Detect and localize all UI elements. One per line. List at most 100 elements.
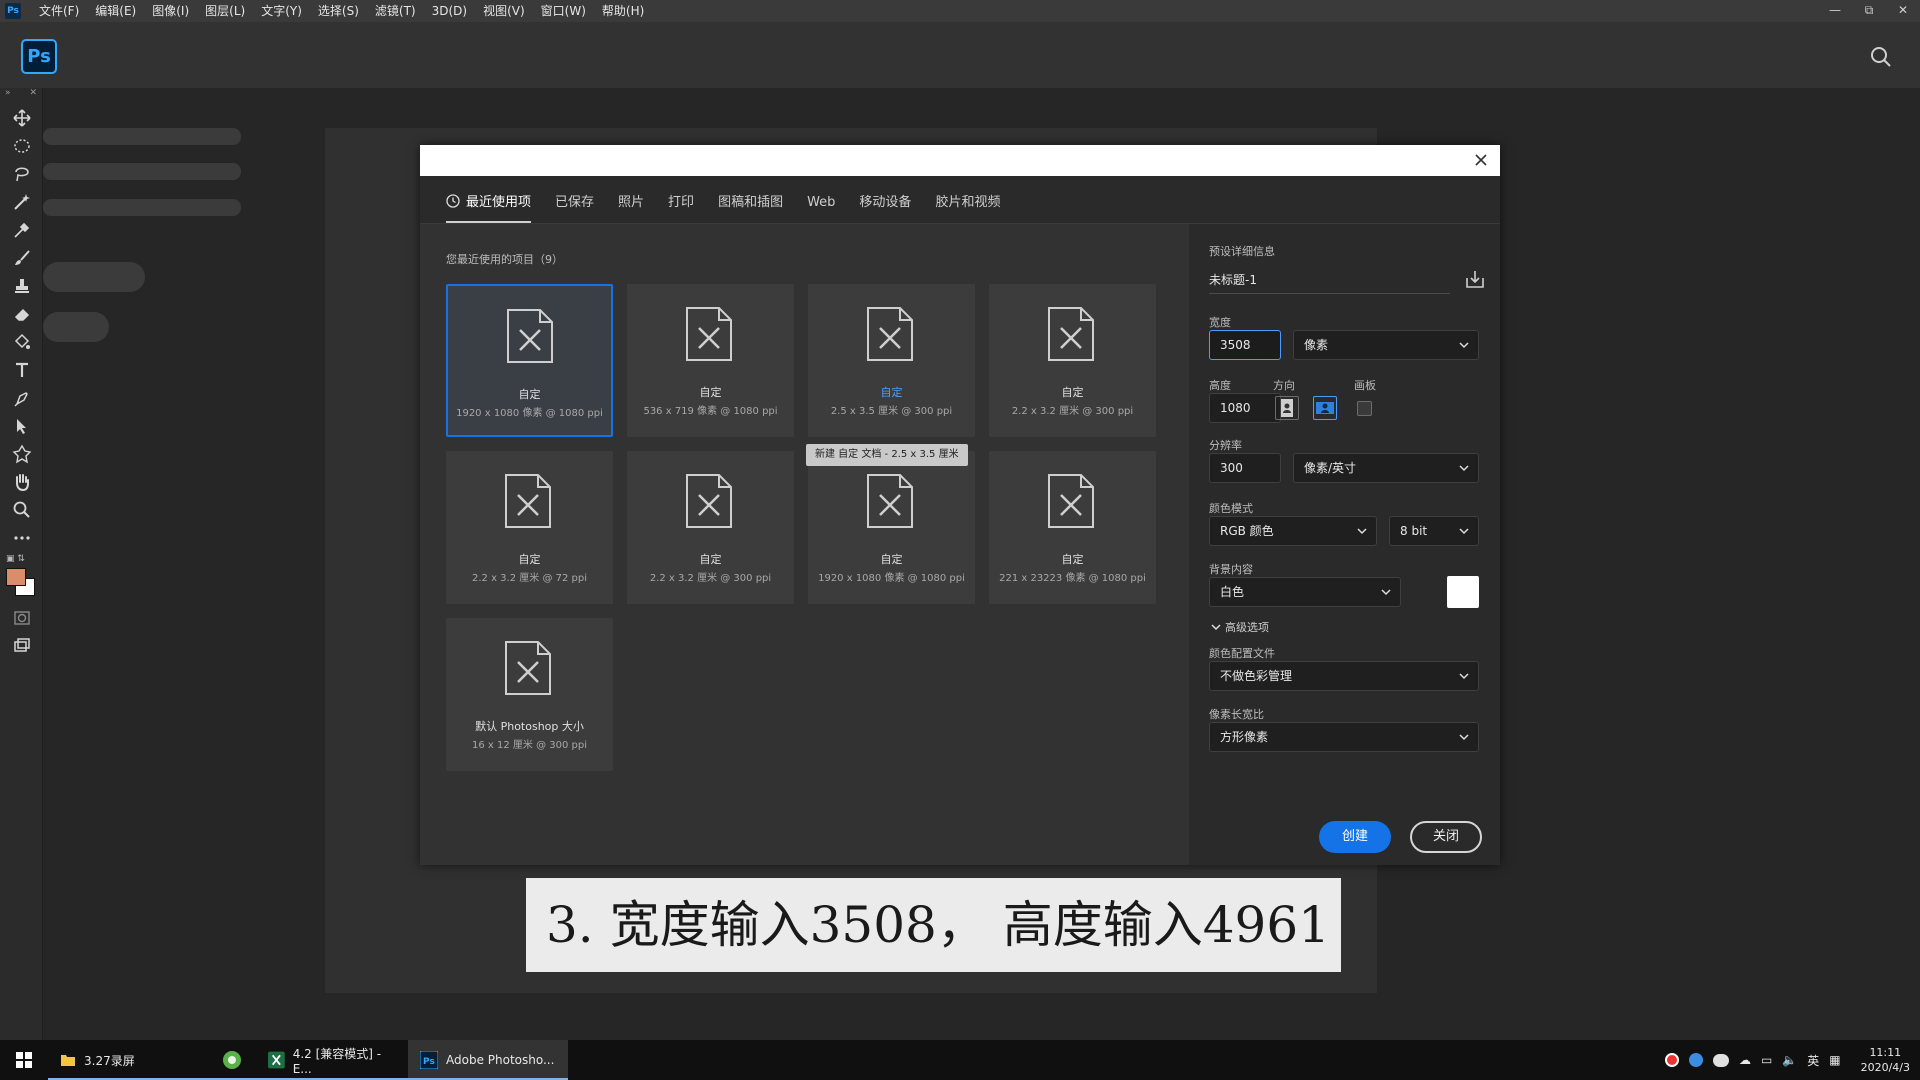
- close-icon[interactable]: ✕: [1886, 0, 1920, 22]
- tab-recent[interactable]: 最近使用项: [446, 191, 532, 223]
- background-contents-select[interactable]: 白色: [1209, 577, 1401, 607]
- color-profile-select[interactable]: 不做色彩管理: [1209, 661, 1479, 691]
- portrait-orientation-button[interactable]: [1275, 396, 1299, 420]
- preset-card[interactable]: 默认 Photoshop 大小 16 x 12 厘米 @ 300 ppi: [446, 618, 613, 771]
- tab-web[interactable]: Web: [807, 195, 835, 223]
- document-icon: [1047, 306, 1095, 362]
- tab-print[interactable]: 打印: [668, 191, 694, 223]
- preset-card[interactable]: 自定 2.2 x 3.2 厘米 @ 300 ppi: [627, 451, 794, 604]
- preset-tooltip: 新建 自定 文档 - 2.5 x 3.5 厘米: [806, 444, 968, 466]
- save-preset-icon[interactable]: [1464, 268, 1486, 290]
- advanced-options-toggle[interactable]: 高级选项: [1211, 619, 1269, 635]
- tab-film-video[interactable]: 胶片和视频: [935, 191, 1000, 223]
- record-icon[interactable]: [1664, 1053, 1679, 1067]
- landscape-icon: [1316, 402, 1334, 414]
- marquee-icon[interactable]: [0, 132, 43, 160]
- width-input[interactable]: 3508: [1209, 330, 1281, 360]
- taskbar-item-folder[interactable]: 3.27录屏: [48, 1040, 208, 1080]
- minimize-icon[interactable]: —: [1818, 0, 1852, 22]
- resolution-unit-select[interactable]: 像素/英寸: [1293, 453, 1479, 483]
- menu-edit[interactable]: 编辑(E): [87, 0, 144, 22]
- menu-image[interactable]: 图像(I): [144, 0, 197, 22]
- menu-3d[interactable]: 3D(D): [424, 0, 475, 22]
- stamp-icon[interactable]: [0, 272, 43, 300]
- document-title-field[interactable]: 未标题-1: [1209, 270, 1450, 294]
- chevron-down-icon: [1381, 589, 1391, 596]
- menu-layer[interactable]: 图层(L): [197, 0, 253, 22]
- magic-wand-icon[interactable]: [0, 188, 43, 216]
- menu-type[interactable]: 文字(Y): [253, 0, 310, 22]
- wechat-icon[interactable]: [1712, 1053, 1729, 1067]
- more-icon[interactable]: [0, 524, 43, 552]
- shape-icon[interactable]: [0, 440, 43, 468]
- panel-close-icon[interactable]: ✕: [29, 88, 37, 104]
- start-button[interactable]: [0, 1040, 48, 1080]
- collapse-icon[interactable]: »: [5, 88, 11, 104]
- quick-mask-icon[interactable]: [0, 604, 43, 632]
- paint-bucket-icon[interactable]: [0, 328, 43, 356]
- color-mode-select[interactable]: RGB 颜色: [1209, 516, 1377, 546]
- network-icon[interactable]: ☁: [1739, 1053, 1751, 1067]
- menu-help[interactable]: 帮助(H): [594, 0, 652, 22]
- clock[interactable]: 11:11 2020/4/3: [1861, 1045, 1910, 1075]
- search-icon[interactable]: [1870, 46, 1892, 68]
- lasso-icon[interactable]: [0, 160, 43, 188]
- eraser-icon[interactable]: [0, 300, 43, 328]
- eyedropper-icon[interactable]: [0, 216, 43, 244]
- preset-card[interactable]: 自定 2.2 x 3.2 厘米 @ 300 ppi: [989, 284, 1156, 437]
- swap-colors-icon[interactable]: ▣ ⇅: [6, 554, 25, 564]
- height-input[interactable]: 1080: [1209, 393, 1281, 423]
- brush-icon[interactable]: [0, 244, 43, 272]
- ime-mode-icon[interactable]: ▦: [1829, 1053, 1840, 1067]
- folder-icon: [61, 1055, 75, 1066]
- hand-icon[interactable]: [0, 468, 43, 496]
- bit-depth-select[interactable]: 8 bit: [1389, 516, 1479, 546]
- preset-card[interactable]: 自定 2.2 x 3.2 厘米 @ 72 ppi: [446, 451, 613, 604]
- taskbar-item-photoshop[interactable]: Ps Adobe Photosho...: [408, 1040, 568, 1080]
- taskbar-item-browser[interactable]: [208, 1040, 256, 1080]
- background-color-swatch[interactable]: [1447, 576, 1479, 608]
- volume-icon[interactable]: 🔈: [1782, 1053, 1797, 1067]
- menu-window[interactable]: 窗口(W): [533, 0, 594, 22]
- resolution-input[interactable]: 300: [1209, 453, 1281, 483]
- screen-mode-icon[interactable]: [0, 632, 43, 660]
- pixel-aspect-select[interactable]: 方形像素: [1209, 722, 1479, 752]
- create-button[interactable]: 创建: [1319, 821, 1391, 853]
- taskbar-item-excel[interactable]: 4.2 [兼容模式] - E...: [256, 1040, 408, 1080]
- close-button[interactable]: 关闭: [1410, 821, 1482, 853]
- width-unit-select[interactable]: 像素: [1293, 330, 1479, 360]
- menu-view[interactable]: 视图(V): [475, 0, 533, 22]
- photoshop-logo[interactable]: Ps: [21, 39, 57, 74]
- tab-photo[interactable]: 照片: [618, 191, 644, 223]
- restore-icon[interactable]: ⧉: [1852, 0, 1886, 22]
- menu-filter[interactable]: 滤镜(T): [367, 0, 424, 22]
- taskbar-label: 4.2 [兼容模式] - E...: [292, 1046, 382, 1076]
- preset-card[interactable]: 自定 2.5 x 3.5 厘米 @ 300 ppi: [808, 284, 975, 437]
- dialog-titlebar: [420, 145, 1500, 176]
- move-icon[interactable]: [0, 104, 43, 132]
- zoom-icon[interactable]: [0, 496, 43, 524]
- display-icon[interactable]: ▭: [1761, 1053, 1772, 1067]
- taskbar-label: Adobe Photosho...: [446, 1053, 555, 1067]
- landscape-orientation-button[interactable]: [1313, 396, 1337, 420]
- ime-indicator[interactable]: 英: [1807, 1052, 1819, 1069]
- preset-card[interactable]: 自定 1920 x 1080 像素 @ 1080 ppi: [446, 284, 613, 437]
- text-icon[interactable]: [0, 356, 43, 384]
- pen-icon[interactable]: [0, 384, 43, 412]
- preset-card[interactable]: 自定 221 x 23223 像素 @ 1080 ppi: [989, 451, 1156, 604]
- tab-mobile[interactable]: 移动设备: [859, 191, 911, 223]
- bit-depth-value: 8 bit: [1400, 524, 1428, 538]
- path-select-icon[interactable]: [0, 412, 43, 440]
- artboard-checkbox[interactable]: [1357, 401, 1372, 416]
- foreground-color[interactable]: [6, 568, 26, 586]
- tab-saved[interactable]: 已保存: [555, 191, 594, 223]
- dialog-close-icon[interactable]: [1472, 151, 1490, 169]
- menu-select[interactable]: 选择(S): [310, 0, 367, 22]
- color-swatches[interactable]: ▣ ⇅: [0, 552, 43, 604]
- excel-icon: [268, 1051, 285, 1069]
- security-icon[interactable]: [1688, 1053, 1703, 1067]
- menu-file[interactable]: 文件(F): [31, 0, 87, 22]
- preset-card[interactable]: 自定 1920 x 1080 像素 @ 1080 ppi: [808, 451, 975, 604]
- tab-art-illustration[interactable]: 图稿和插图: [718, 191, 783, 223]
- preset-card[interactable]: 自定 536 x 719 像素 @ 1080 ppi: [627, 284, 794, 437]
